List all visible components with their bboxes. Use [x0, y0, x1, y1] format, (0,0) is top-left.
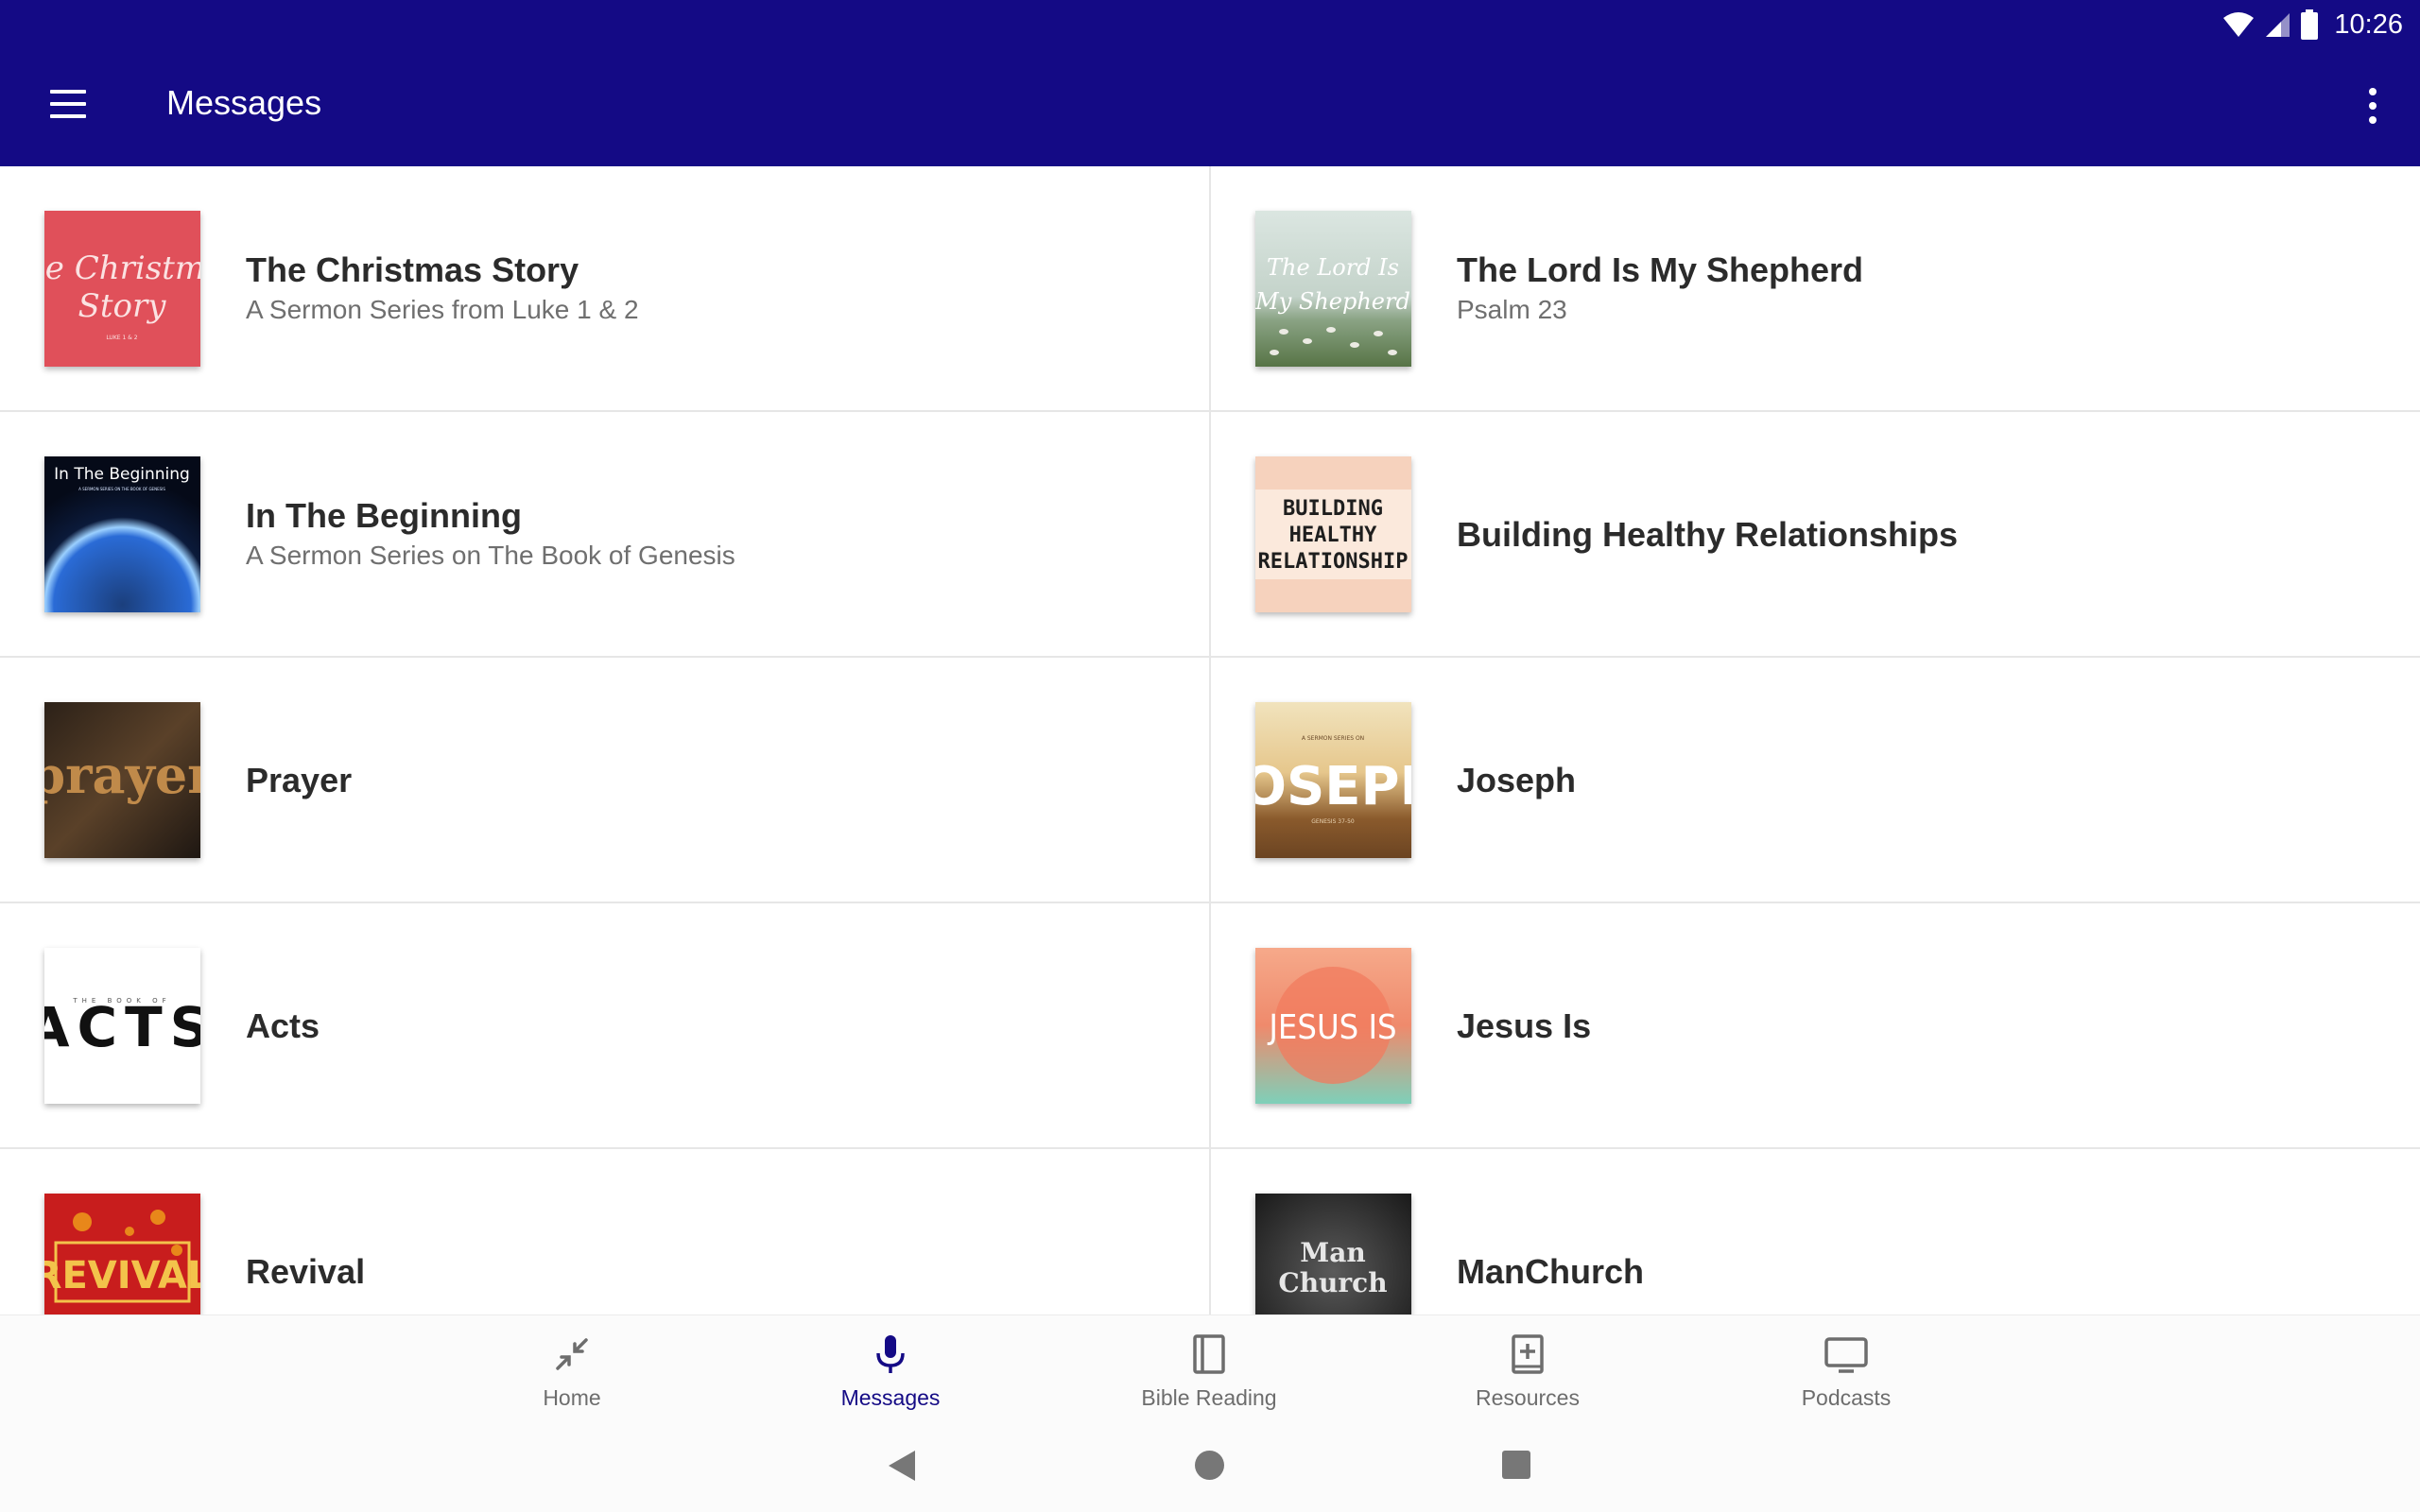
series-title: Jesus Is	[1457, 1006, 1592, 1045]
more-vert-icon[interactable]	[2354, 76, 2392, 136]
back-icon[interactable]	[885, 1449, 917, 1483]
svg-text:LUKE 1 & 2: LUKE 1 & 2	[106, 335, 137, 341]
series-card-christmas-story[interactable]: The Christmas Story LUKE 1 & 2 The Chris…	[0, 166, 1209, 412]
wifi-icon	[2223, 12, 2255, 37]
series-card-lord-is-my-shepherd[interactable]: The Lord Is My Shepherd The Lord Is My S…	[1211, 166, 2420, 412]
svg-text:The Lord Is: The Lord Is	[1267, 254, 1399, 281]
series-artwork-prayer: prayer	[44, 702, 200, 858]
hamburger-menu-icon[interactable]	[38, 74, 98, 134]
series-card-joseph[interactable]: A SERMON SERIES ON JOSEPH GENESIS 37-50 …	[1211, 658, 2420, 903]
series-artwork-acts: THE BOOK OF ACTS	[44, 948, 200, 1104]
series-subtitle: A Sermon Series on The Book of Genesis	[246, 541, 735, 570]
series-artwork-jesus-is: JESUS IS	[1255, 948, 1411, 1104]
svg-text:JOSEPH: JOSEPH	[1255, 756, 1411, 817]
series-subtitle: A Sermon Series from Luke 1 & 2	[246, 295, 639, 324]
svg-text:The Christmas: The Christmas	[44, 249, 200, 287]
nav-item-podcasts[interactable]: Podcasts	[1733, 1315, 1960, 1429]
svg-text:BUILDING: BUILDING	[1283, 497, 1383, 521]
svg-text:Church: Church	[1278, 1267, 1387, 1298]
series-artwork-manchurch: Man Church	[1255, 1194, 1411, 1314]
svg-text:A SERMON SERIES ON THE BOOK OF: A SERMON SERIES ON THE BOOK OF GENESIS	[78, 487, 165, 491]
app-bar: 10:26 Messages	[0, 0, 2420, 166]
series-card-revival[interactable]: REVIVAL Revival	[0, 1149, 1209, 1314]
bottom-navigation: Home Messages Bible Reading Resources Po…	[0, 1314, 2420, 1428]
series-artwork-in-the-beginning: In The Beginning A SERMON SERIES ON THE …	[44, 456, 200, 612]
series-title: Revival	[246, 1252, 366, 1291]
nav-item-resources[interactable]: Resources	[1414, 1315, 1641, 1429]
series-subtitle: Psalm 23	[1457, 295, 1567, 324]
series-artwork-joseph: A SERMON SERIES ON JOSEPH GENESIS 37-50	[1255, 702, 1411, 858]
nav-label: Home	[543, 1385, 601, 1410]
microphone-icon	[876, 1335, 905, 1373]
series-title: Acts	[246, 1006, 320, 1045]
svg-text:My Shepherd: My Shepherd	[1255, 288, 1410, 315]
signal-icon	[2266, 13, 2290, 37]
series-title: ManChurch	[1457, 1252, 1644, 1291]
series-artwork-lord-is-my-shepherd: The Lord Is My Shepherd	[1255, 211, 1411, 367]
svg-text:prayer: prayer	[44, 745, 200, 805]
battery-icon	[2301, 9, 2319, 40]
svg-text:JESUS IS: JESUS IS	[1267, 1008, 1396, 1047]
nav-item-messages[interactable]: Messages	[777, 1315, 1004, 1429]
svg-text:In The Beginning: In The Beginning	[54, 465, 190, 484]
svg-text:A SERMON SERIES ON: A SERMON SERIES ON	[1302, 735, 1364, 742]
svg-text:HEALTHY: HEALTHY	[1289, 524, 1377, 547]
series-grid: The Christmas Story LUKE 1 & 2 The Chris…	[0, 166, 2420, 1314]
svg-text:ACTS: ACTS	[44, 995, 200, 1059]
series-card-building-healthy-relationships[interactable]: BUILDING HEALTHY RELATIONSHIP Building H…	[1211, 412, 2420, 658]
recents-icon[interactable]	[1502, 1451, 1530, 1479]
series-artwork-revival: REVIVAL	[44, 1194, 200, 1314]
series-card-prayer[interactable]: prayer Prayer	[0, 658, 1209, 903]
series-artwork-christmas-story: The Christmas Story LUKE 1 & 2	[44, 211, 200, 367]
series-card-jesus-is[interactable]: JESUS IS Jesus Is	[1211, 903, 2420, 1149]
status-bar: 10:26	[2222, 8, 2403, 42]
series-card-manchurch[interactable]: Man Church ManChurch	[1211, 1149, 2420, 1314]
add-book-icon	[1512, 1334, 1544, 1374]
series-title: Prayer	[246, 761, 353, 799]
series-title: The Lord Is My Shepherd	[1457, 250, 1864, 289]
nav-item-bible-reading[interactable]: Bible Reading	[1096, 1315, 1322, 1429]
system-navigation	[0, 1428, 2420, 1512]
series-title: Joseph	[1457, 761, 1577, 799]
nav-item-home[interactable]: Home	[458, 1315, 685, 1429]
page-title: Messages	[166, 83, 322, 122]
book-icon	[1193, 1334, 1225, 1374]
series-artwork-building-healthy-relationships: BUILDING HEALTHY RELATIONSHIP	[1255, 456, 1411, 612]
series-title: In The Beginning	[246, 496, 522, 535]
home-icon[interactable]	[1195, 1451, 1224, 1480]
svg-text:Story: Story	[78, 287, 167, 325]
monitor-icon	[1824, 1337, 1868, 1373]
series-title: Building Healthy Relationships	[1457, 515, 1959, 554]
nav-label: Messages	[840, 1385, 941, 1410]
collapse-arrows-icon	[556, 1338, 588, 1370]
svg-text:GENESIS 37-50: GENESIS 37-50	[1311, 818, 1355, 825]
status-time: 10:26	[2334, 9, 2403, 40]
series-card-acts[interactable]: THE BOOK OF ACTS Acts	[0, 903, 1209, 1149]
svg-text:REVIVAL: REVIVAL	[44, 1254, 200, 1297]
nav-label: Resources	[1476, 1385, 1580, 1410]
series-card-in-the-beginning[interactable]: In The Beginning A SERMON SERIES ON THE …	[0, 412, 1209, 658]
svg-text:RELATIONSHIP: RELATIONSHIP	[1258, 550, 1409, 574]
nav-label: Podcasts	[1801, 1385, 1892, 1410]
nav-label: Bible Reading	[1141, 1385, 1277, 1410]
svg-text:Man: Man	[1300, 1237, 1366, 1268]
series-title: The Christmas Story	[246, 250, 579, 289]
